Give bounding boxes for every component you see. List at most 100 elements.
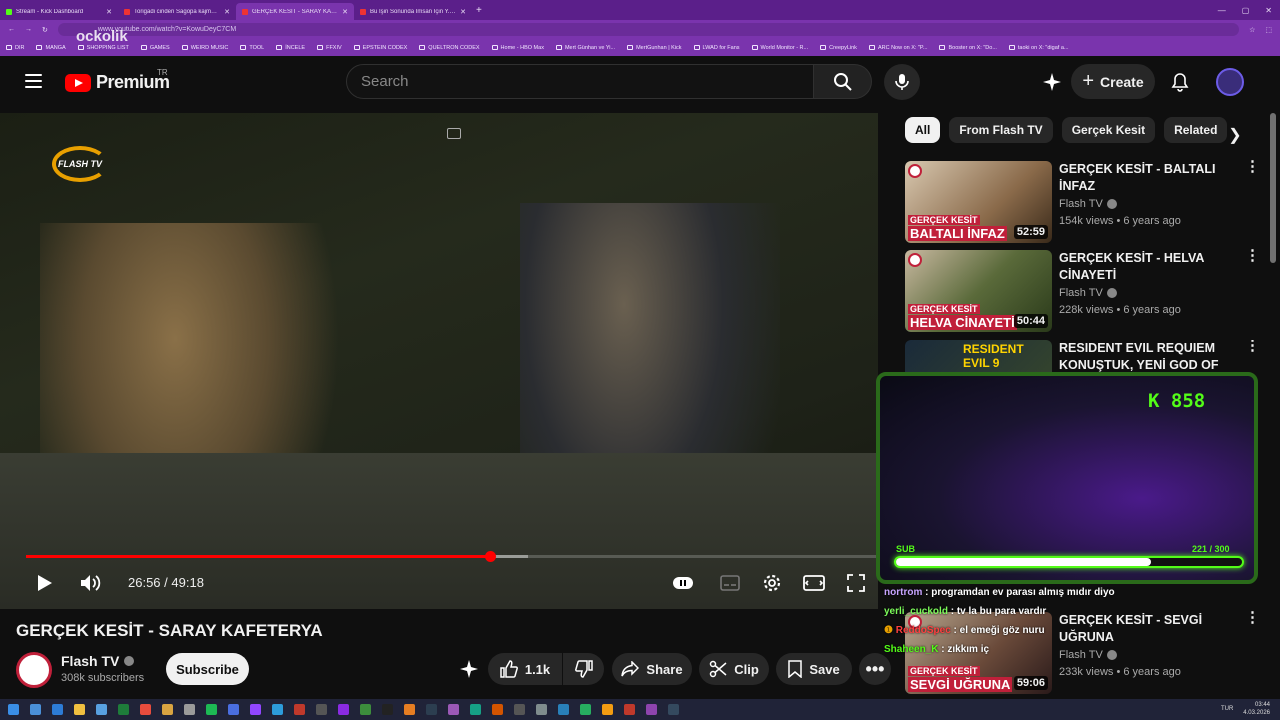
bookmark-item[interactable]: Mert Günhan ve Yi... xyxy=(555,45,615,51)
taskbar-app-icon[interactable] xyxy=(492,704,503,715)
notifications-icon[interactable] xyxy=(1168,70,1192,94)
language-indicator[interactable]: TUR xyxy=(1221,706,1233,712)
miniplayer-icon[interactable] xyxy=(447,128,461,139)
filter-chip[interactable]: Gerçek Kesit xyxy=(1061,117,1156,143)
taskbar-app-icon[interactable] xyxy=(118,704,129,715)
bookmark-item[interactable]: TOOL xyxy=(240,45,264,51)
close-icon[interactable]: ✕ xyxy=(106,8,112,16)
taskbar-app-icon[interactable] xyxy=(360,704,371,715)
bookmark-item[interactable]: MANGA xyxy=(36,45,66,51)
youtube-logo[interactable]: Premium TR xyxy=(65,68,170,93)
kebab-menu-icon[interactable]: ⋮ xyxy=(1245,340,1260,353)
filter-chip[interactable]: From Flash TV xyxy=(949,117,1053,143)
bookmark-item[interactable]: taoki on X: "digaf a... xyxy=(1008,45,1068,51)
recommendation-title[interactable]: GERÇEK KESİT - BALTALI İNFAZ xyxy=(1059,161,1239,195)
avatar[interactable] xyxy=(1216,68,1244,96)
taskbar-app-icon[interactable] xyxy=(668,704,679,715)
taskbar-app-icon[interactable] xyxy=(316,704,327,715)
progress-bar[interactable] xyxy=(26,551,876,562)
close-icon[interactable]: ✕ xyxy=(224,8,230,16)
bookmark-item[interactable]: CreepyLink xyxy=(820,45,857,51)
autoplay-toggle[interactable] xyxy=(672,569,694,597)
theater-mode-button[interactable] xyxy=(802,569,826,597)
kebab-menu-icon[interactable]: ⋮ xyxy=(1245,610,1260,625)
ask-ai-icon[interactable] xyxy=(457,657,481,681)
menu-icon[interactable] xyxy=(25,74,42,88)
taskbar-app-icon[interactable] xyxy=(228,704,239,715)
taskbar-app-icon[interactable] xyxy=(184,704,195,715)
bookmark-item[interactable]: World Monitor - R... xyxy=(751,45,808,51)
recommendation-channel[interactable]: Flash TV xyxy=(1059,198,1239,210)
taskbar-app-icon[interactable] xyxy=(580,704,591,715)
taskbar-app-icon[interactable] xyxy=(206,704,217,715)
search-button[interactable] xyxy=(814,64,872,99)
taskbar-app-icon[interactable] xyxy=(558,704,569,715)
clock[interactable]: 03:44 4.03.2026 xyxy=(1243,701,1270,717)
taskbar-app-icon[interactable] xyxy=(294,704,305,715)
maximize-button[interactable]: ▢ xyxy=(1242,6,1250,15)
new-tab-button[interactable]: + xyxy=(476,5,482,16)
channel-avatar[interactable] xyxy=(16,652,52,688)
minimize-button[interactable]: — xyxy=(1218,6,1226,15)
recommendation-card[interactable]: GERÇEK KESİT BALTALI İNFAZ 52:59 GERÇEK … xyxy=(905,159,1265,243)
taskbar-app-icon[interactable] xyxy=(536,704,547,715)
fullscreen-button[interactable] xyxy=(845,569,867,597)
bookmark-item[interactable]: FFXIV xyxy=(317,45,342,51)
taskbar-app-icon[interactable] xyxy=(382,704,393,715)
taskbar-app-icon[interactable] xyxy=(74,704,85,715)
close-window-button[interactable]: ✕ xyxy=(1265,6,1272,15)
share-button[interactable]: Share xyxy=(612,653,692,685)
kebab-menu-icon[interactable]: ⋮ xyxy=(1245,248,1260,263)
create-button[interactable]: + Create xyxy=(1071,64,1155,99)
recommendation-card[interactable]: RESIDENT EVIL 9 RESIDENT EVIL REQUIEM KO… xyxy=(905,340,1265,372)
taskbar-app-icon[interactable] xyxy=(448,704,459,715)
back-icon[interactable]: ← xyxy=(8,26,15,33)
channel-name[interactable]: Flash TV xyxy=(61,653,135,669)
bookmark-item[interactable]: QUELTRON CODEX xyxy=(419,45,480,51)
video-thumbnail[interactable]: GERÇEK KESİT BALTALI İNFAZ 52:59 xyxy=(905,161,1052,243)
recommendation-title[interactable]: GERÇEK KESİT - HELVA CİNAYETİ xyxy=(1059,250,1239,284)
search-input[interactable]: Search xyxy=(346,64,814,99)
taskbar-app-icon[interactable] xyxy=(514,704,525,715)
kebab-menu-icon[interactable]: ⋮ xyxy=(1245,159,1260,174)
sparkle-icon[interactable] xyxy=(1040,70,1064,94)
close-icon[interactable]: ✕ xyxy=(460,8,466,16)
save-button[interactable]: Save xyxy=(776,653,852,685)
close-icon[interactable]: ✕ xyxy=(342,8,348,16)
like-button[interactable]: 1.1k xyxy=(488,653,562,685)
taskbar-app-icon[interactable] xyxy=(250,704,261,715)
taskbar-app-icon[interactable] xyxy=(470,704,481,715)
settings-button[interactable] xyxy=(760,569,784,597)
bookmark-item[interactable]: GAMES xyxy=(140,45,170,51)
star-icon[interactable]: ☆ xyxy=(1249,26,1255,34)
bookmark-item[interactable]: WEIRD MUSIC xyxy=(181,45,228,51)
voice-search-button[interactable] xyxy=(884,64,920,100)
filter-chip[interactable]: Related xyxy=(1164,117,1228,143)
taskbar-app-icon[interactable] xyxy=(162,704,173,715)
taskbar-app-icon[interactable] xyxy=(8,704,19,715)
taskbar-app-icon[interactable] xyxy=(96,704,107,715)
taskbar-app-icon[interactable] xyxy=(272,704,283,715)
clip-button[interactable]: Clip xyxy=(699,653,769,685)
browser-tab[interactable]: Stream - Kick Dashboard ✕ xyxy=(0,3,118,20)
volume-button[interactable] xyxy=(78,569,104,597)
scrollbar[interactable] xyxy=(1270,113,1276,263)
taskbar-app-icon[interactable] xyxy=(646,704,657,715)
bookmark-item[interactable]: Home - HBO Max xyxy=(491,45,544,51)
bookmark-item[interactable]: MertGunhan | Kick xyxy=(627,45,682,51)
bookmark-item[interactable]: EPSTEIN CODEX xyxy=(353,45,407,51)
browser-tab[interactable]: Torigadi cinderi Sagopa kajmer es ✕ xyxy=(118,3,236,20)
bookmark-item[interactable]: İNCELE xyxy=(276,45,305,51)
bookmark-item[interactable]: Booster on X: "Do... xyxy=(939,45,997,51)
recommendation-card[interactable]: GERÇEK KESİT HELVA CİNAYETİ 50:44 GERÇEK… xyxy=(905,248,1265,332)
forward-icon[interactable]: → xyxy=(25,26,32,33)
video-player[interactable]: FLASH TV 26:56 / 49:18 xyxy=(0,113,878,609)
subscribe-button[interactable]: Subscribe xyxy=(166,653,249,685)
more-actions-button[interactable]: ••• xyxy=(859,653,891,685)
recommendation-title[interactable]: RESIDENT EVIL REQUIEM KONUŞTUK, YENİ GOD… xyxy=(1059,340,1239,372)
dislike-button[interactable] xyxy=(563,653,604,685)
browser-tab[interactable]: Bu İşin Sonunda İmsan İçin Y.kim Y ✕ xyxy=(354,3,472,20)
recommendation-channel[interactable]: Flash TV xyxy=(1059,287,1239,299)
video-thumbnail[interactable]: GERÇEK KESİT HELVA CİNAYETİ 50:44 xyxy=(905,250,1052,332)
subtitles-button[interactable] xyxy=(718,569,742,597)
